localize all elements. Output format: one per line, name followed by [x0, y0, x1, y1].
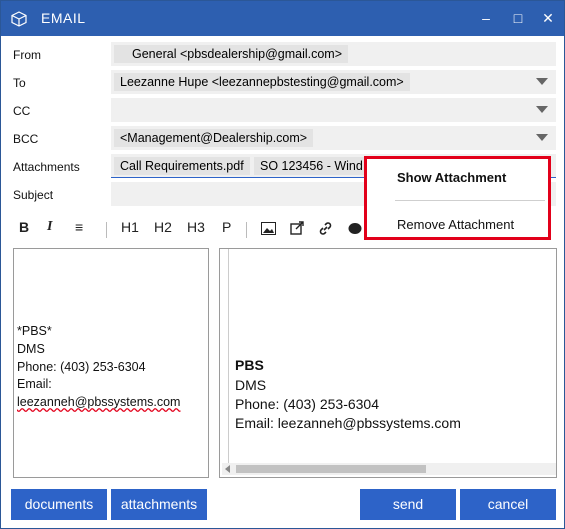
source-line: *PBS*	[17, 324, 52, 338]
maximize-button[interactable]: □	[503, 7, 533, 29]
align-button[interactable]: ≡	[75, 219, 83, 235]
horizontal-scrollbar[interactable]	[222, 463, 556, 475]
preview-divider	[228, 249, 229, 464]
to-recipient-chip[interactable]: Leezanne Hupe <leezannepbstesting@gmail.…	[114, 73, 410, 91]
external-link-icon[interactable]	[290, 221, 304, 235]
heading2-button[interactable]: H2	[154, 219, 172, 235]
preview-line: DMS	[235, 377, 267, 393]
show-attachment-menu-item[interactable]: Show Attachment	[397, 170, 506, 185]
subject-label: Subject	[13, 188, 54, 202]
source-line: DMS	[17, 342, 45, 356]
paragraph-button[interactable]: P	[222, 219, 231, 235]
remove-attachment-menu-item[interactable]: Remove Attachment	[397, 217, 514, 232]
bcc-field[interactable]: <Management@Dealership.com>	[111, 126, 556, 150]
to-dropdown-icon[interactable]	[536, 78, 548, 85]
bcc-label: BCC	[13, 132, 39, 146]
bcc-dropdown-icon[interactable]	[536, 134, 548, 141]
close-button[interactable]: ✕	[533, 7, 563, 29]
minimize-button[interactable]: –	[471, 7, 501, 29]
source-line: Phone: (403) 253-6304	[17, 360, 146, 374]
to-label: To	[13, 76, 26, 90]
attachment-context-menu: Show Attachment Remove Attachment	[364, 156, 551, 240]
documents-button[interactable]: documents	[11, 489, 107, 520]
bold-button[interactable]: B	[19, 219, 29, 235]
attachment-chip[interactable]: Call Requirements.pdf	[114, 157, 250, 175]
cube-icon	[11, 11, 27, 27]
color-icon[interactable]	[348, 222, 362, 235]
from-value: General <pbsdealership@gmail.com>	[114, 45, 349, 63]
toolbar-divider	[106, 222, 107, 238]
source-line: leezanneh@pbssystems.com	[17, 395, 181, 409]
html-source-editor[interactable]: *PBS* DMS Phone: (403) 253-6304 Email: l…	[13, 248, 209, 478]
scroll-left-icon[interactable]	[225, 465, 230, 473]
formatting-toolbar: B I ≡ H1 H2 H3 P	[9, 213, 369, 243]
attachments-button[interactable]: attachments	[111, 489, 207, 520]
link-icon[interactable]	[318, 221, 333, 236]
preview-editor[interactable]: PBS DMS Phone: (403) 253-6304 Email: lee…	[219, 248, 557, 478]
preview-line: PBS	[235, 357, 264, 373]
to-field[interactable]: Leezanne Hupe <leezannepbstesting@gmail.…	[111, 70, 556, 94]
from-label: From	[13, 48, 41, 62]
source-line: Email:	[17, 377, 52, 391]
preview-line: Phone: (403) 253-6304	[235, 396, 379, 412]
cc-label: CC	[13, 104, 31, 118]
scrollbar-thumb[interactable]	[236, 465, 426, 473]
attachments-label: Attachments	[13, 160, 80, 174]
cc-dropdown-icon[interactable]	[536, 106, 548, 113]
window-title: EMAIL	[41, 10, 86, 26]
heading1-button[interactable]: H1	[121, 219, 139, 235]
menu-separator	[395, 200, 545, 201]
bcc-recipient-chip[interactable]: <Management@Dealership.com>	[114, 129, 314, 147]
cc-field[interactable]	[111, 98, 556, 122]
title-bar: EMAIL – □ ✕	[1, 1, 564, 36]
toolbar-divider	[246, 222, 247, 238]
heading3-button[interactable]: H3	[187, 219, 205, 235]
italic-button[interactable]: I	[47, 219, 52, 235]
cancel-button[interactable]: cancel	[460, 489, 556, 520]
send-button[interactable]: send	[360, 489, 456, 520]
preview-line: Email: leezanneh@pbssystems.com	[235, 415, 461, 431]
attachment-chip[interactable]: SO 123456 - Wind	[254, 157, 369, 175]
email-window: EMAIL – □ ✕ From General <pbsdealership@…	[0, 0, 565, 529]
image-icon[interactable]	[261, 222, 276, 235]
from-field[interactable]: General <pbsdealership@gmail.com>	[111, 42, 556, 66]
